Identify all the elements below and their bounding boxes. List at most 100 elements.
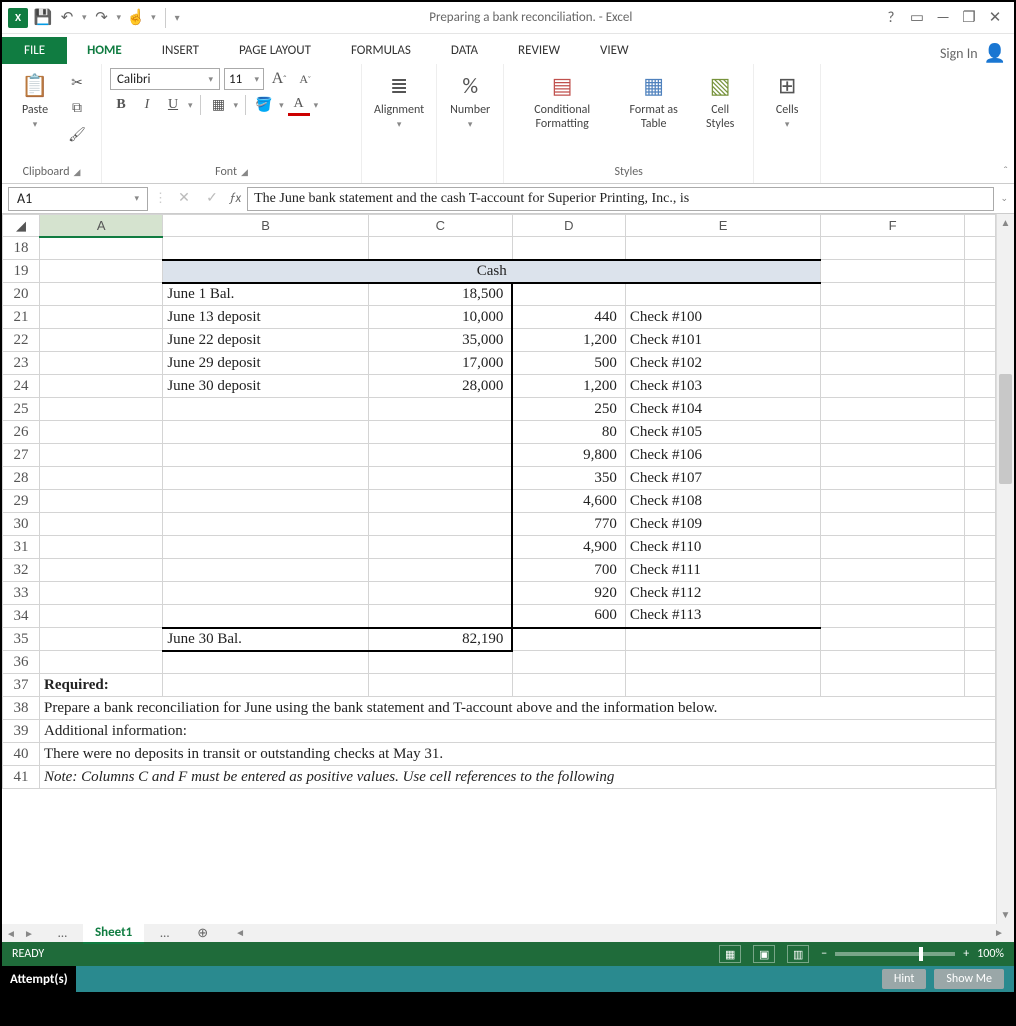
cell[interactable]	[368, 421, 512, 444]
zoom-out-icon[interactable]: −	[821, 947, 827, 961]
row-header[interactable]: 37	[3, 674, 40, 697]
cell[interactable]	[40, 237, 163, 260]
cell[interactable]	[163, 582, 369, 605]
cell[interactable]	[965, 283, 996, 306]
page-layout-view-icon[interactable]: ▣	[753, 945, 775, 963]
row-header[interactable]: 29	[3, 490, 40, 513]
tab-formulas[interactable]: FORMULAS	[331, 37, 431, 64]
cell[interactable]	[821, 605, 965, 628]
row-header[interactable]: 18	[3, 237, 40, 260]
copy-icon[interactable]: ⧉	[66, 98, 88, 120]
clipboard-launcher-icon[interactable]: ◢	[74, 167, 81, 178]
col-header-B[interactable]: B	[163, 215, 369, 237]
cell[interactable]: 770	[512, 513, 625, 536]
alignment-button[interactable]: ≣ Alignment ▾	[370, 68, 428, 132]
sheet-tab-sheet1[interactable]: Sheet1	[83, 923, 144, 944]
cell[interactable]	[40, 559, 163, 582]
zoom-slider[interactable]	[835, 952, 955, 956]
cell[interactable]	[40, 490, 163, 513]
cell[interactable]: June 22 deposit	[163, 329, 369, 352]
vertical-scrollbar[interactable]: ▲ ▼	[996, 214, 1014, 924]
minimize-icon[interactable]: —	[934, 9, 952, 27]
cell[interactable]	[821, 329, 965, 352]
cell[interactable]	[625, 237, 820, 260]
cell[interactable]	[625, 674, 820, 697]
cell[interactable]	[40, 628, 163, 651]
cell[interactable]	[965, 306, 996, 329]
cell[interactable]: Check #101	[625, 329, 820, 352]
cell[interactable]	[368, 467, 512, 490]
cell[interactable]: Check #104	[625, 398, 820, 421]
row-header[interactable]: 22	[3, 329, 40, 352]
tab-view[interactable]: VIEW	[580, 37, 649, 64]
col-header-extra[interactable]	[965, 215, 996, 237]
cell[interactable]	[368, 513, 512, 536]
cash-header-cell[interactable]: Cash	[163, 260, 821, 283]
cell[interactable]	[821, 352, 965, 375]
row-header[interactable]: 41	[3, 766, 40, 789]
tab-page-layout[interactable]: PAGE LAYOUT	[219, 37, 331, 64]
cell[interactable]	[965, 467, 996, 490]
cell[interactable]	[965, 628, 996, 651]
cell[interactable]	[512, 674, 625, 697]
cell[interactable]	[821, 306, 965, 329]
cell[interactable]: Check #111	[625, 559, 820, 582]
cell[interactable]	[40, 375, 163, 398]
cell[interactable]: 440	[512, 306, 625, 329]
font-size-input[interactable]: 11▾	[224, 68, 264, 90]
zoom-in-icon[interactable]: +	[963, 947, 969, 961]
cell[interactable]	[821, 651, 965, 674]
shrink-font-icon[interactable]: Aˇ	[294, 68, 316, 90]
cell[interactable]: 80	[512, 421, 625, 444]
cell[interactable]: 1,200	[512, 329, 625, 352]
row-header[interactable]: 40	[3, 743, 40, 766]
cell[interactable]: 10,000	[368, 306, 512, 329]
cell[interactable]	[512, 237, 625, 260]
cell[interactable]	[163, 398, 369, 421]
cell[interactable]	[163, 490, 369, 513]
format-painter-icon[interactable]: 🖌	[66, 124, 88, 146]
cell[interactable]: Check #103	[625, 375, 820, 398]
cancel-formula-icon[interactable]: ✕	[173, 188, 195, 210]
restore-icon[interactable]: ❐	[960, 9, 978, 27]
cell[interactable]	[40, 467, 163, 490]
tab-scroll-left-icon[interactable]: ◄	[2, 927, 20, 940]
normal-view-icon[interactable]: ▦	[719, 945, 741, 963]
qat-more-icon[interactable]: ▾	[151, 12, 156, 23]
cell[interactable]	[368, 444, 512, 467]
cell[interactable]: Check #107	[625, 467, 820, 490]
cell[interactable]: 82,190	[368, 628, 512, 651]
hscroll-right-icon[interactable]: ►	[994, 926, 1010, 939]
hint-button[interactable]: Hint	[882, 969, 926, 989]
cell[interactable]	[163, 674, 369, 697]
undo-more-icon[interactable]: ▾	[82, 12, 87, 23]
row-header[interactable]: 36	[3, 651, 40, 674]
cell[interactable]	[625, 651, 820, 674]
cell[interactable]	[821, 559, 965, 582]
close-icon[interactable]: ✕	[986, 9, 1004, 27]
touch-mode-icon[interactable]: ☝	[127, 9, 145, 27]
scroll-thumb[interactable]	[999, 374, 1012, 484]
col-header-E[interactable]: E	[625, 215, 820, 237]
cell[interactable]: 700	[512, 559, 625, 582]
cell[interactable]: 28,000	[368, 375, 512, 398]
cell[interactable]	[965, 444, 996, 467]
cell[interactable]: Check #108	[625, 490, 820, 513]
cell[interactable]: 4,600	[512, 490, 625, 513]
font-name-input[interactable]: Calibri▾	[110, 68, 220, 90]
cell[interactable]	[821, 237, 965, 260]
cut-icon[interactable]: ✂	[66, 72, 88, 94]
underline-button[interactable]: U	[162, 94, 184, 116]
cell[interactable]: Check #106	[625, 444, 820, 467]
cell[interactable]: June 30 Bal.	[163, 628, 369, 651]
row-header[interactable]: 35	[3, 628, 40, 651]
cell[interactable]	[163, 444, 369, 467]
conditional-formatting-button[interactable]: ▤ Conditional Formatting	[512, 68, 612, 134]
row-header[interactable]: 38	[3, 697, 40, 720]
cell[interactable]: June 1 Bal.	[163, 283, 369, 306]
cell[interactable]	[965, 582, 996, 605]
cell[interactable]	[625, 628, 820, 651]
cell[interactable]	[163, 421, 369, 444]
cell[interactable]	[40, 306, 163, 329]
formula-input[interactable]: The June bank statement and the cash T-a…	[247, 187, 994, 211]
